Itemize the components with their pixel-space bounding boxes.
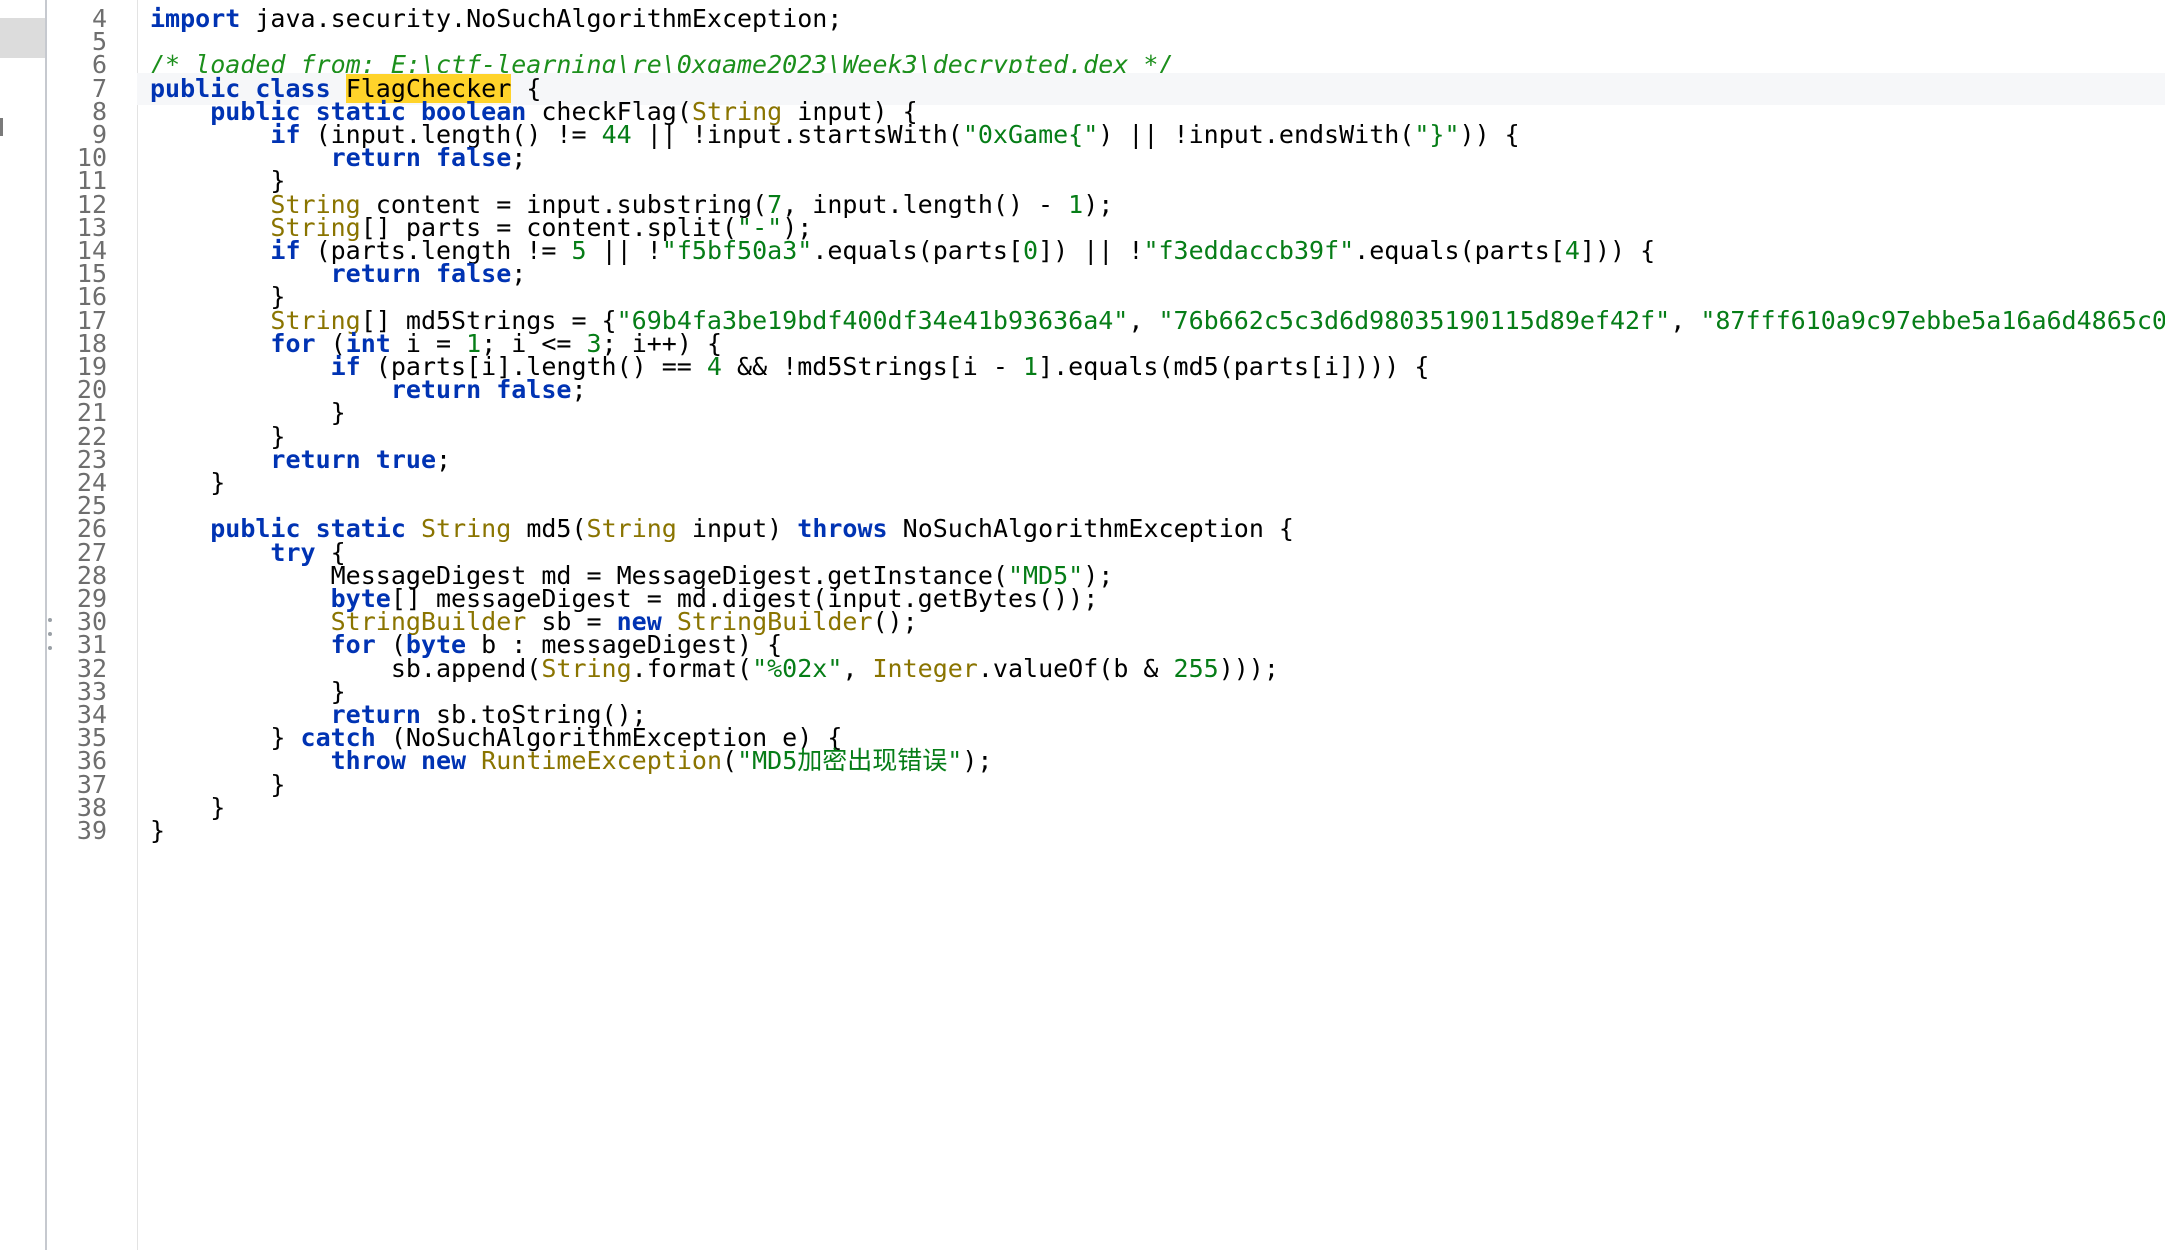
code-line-content: } bbox=[150, 815, 165, 847]
line-number-gutter: 4 5 6 7 8 9 10 11 12 13 14 15 16 17 18 19 20 21 22 23 24 25 26… bbox=[57, 0, 138, 1250]
tool-window-strip bbox=[0, 0, 52, 1250]
line-number[interactable]: 39 bbox=[47, 815, 107, 847]
code-line[interactable]: } bbox=[137, 815, 2165, 847]
code-text: } bbox=[150, 816, 166, 845]
code-editor[interactable]: import java.security.NoSuchAlgorithmExce… bbox=[137, 0, 2165, 1250]
tool-window-selected-tab[interactable] bbox=[0, 18, 45, 58]
tool-window-marker bbox=[0, 118, 3, 136]
